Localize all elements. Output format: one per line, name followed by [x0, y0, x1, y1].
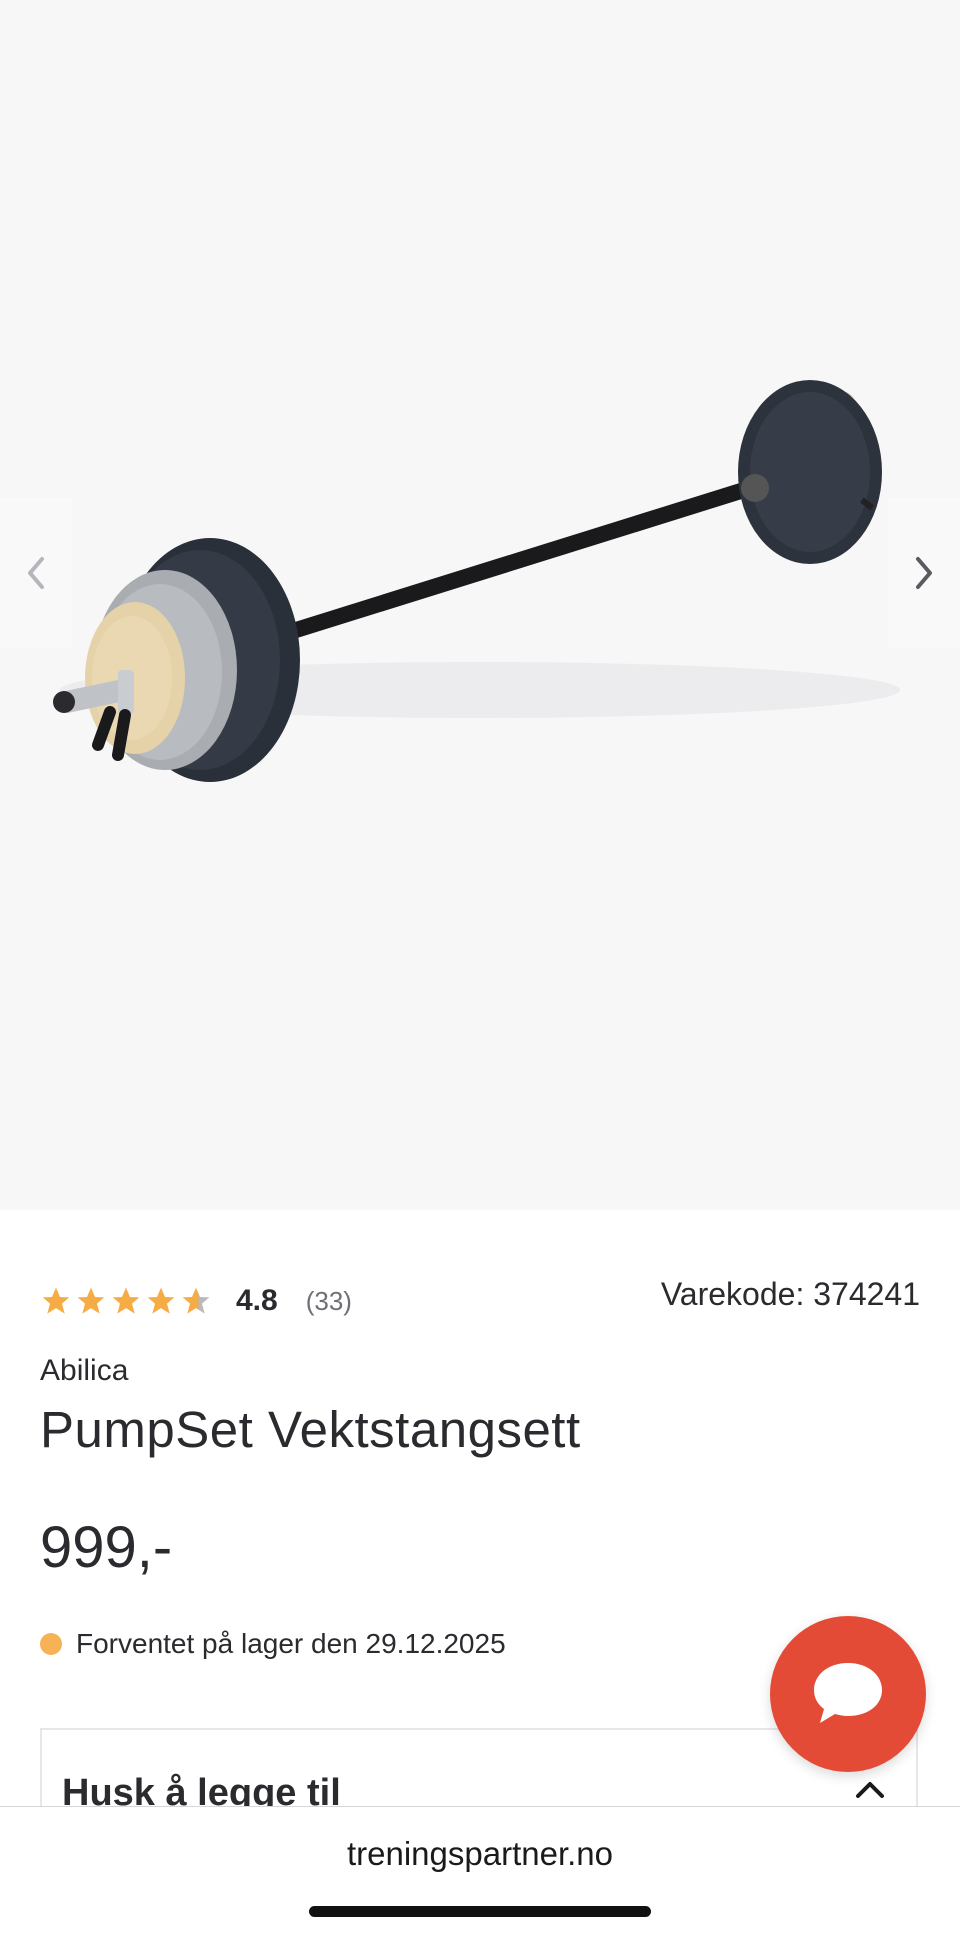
product-sku: Varekode: 374241	[660, 1276, 920, 1312]
star-icon	[77, 1287, 105, 1314]
product-brand[interactable]: Abilica	[40, 1354, 128, 1388]
url-text[interactable]: treningspartner.no	[0, 1835, 960, 1873]
rating-summary[interactable]: 4.8 (33)	[40, 1284, 352, 1318]
home-indicator	[309, 1906, 651, 1917]
chevron-left-icon	[28, 557, 44, 589]
product-image-gallery[interactable]	[0, 0, 960, 1210]
review-count[interactable]: (33)	[306, 1286, 352, 1317]
stock-status-dot	[40, 1633, 62, 1655]
browser-address-bar[interactable]: treningspartner.no	[0, 1806, 960, 1934]
chat-bubble-icon	[814, 1663, 882, 1723]
star-half-icon	[182, 1287, 210, 1314]
stock-status: Forventet på lager den 29.12.2025	[40, 1628, 506, 1660]
product-price: 999,-	[40, 1515, 173, 1580]
gallery-prev-button[interactable]	[0, 498, 72, 648]
chevron-up-icon[interactable]	[854, 1778, 886, 1800]
star-rating	[40, 1285, 212, 1317]
chevron-right-icon	[916, 557, 932, 589]
star-icon	[147, 1287, 175, 1314]
gallery-next-button[interactable]	[888, 498, 960, 648]
star-icon	[42, 1287, 70, 1314]
product-title: PumpSet Vektstangsett	[40, 1401, 581, 1458]
product-image	[53, 380, 900, 782]
stock-status-text: Forventet på lager den 29.12.2025	[76, 1628, 506, 1659]
rating-value: 4.8	[236, 1284, 278, 1317]
star-icon	[112, 1287, 140, 1314]
chat-button[interactable]	[770, 1616, 926, 1772]
